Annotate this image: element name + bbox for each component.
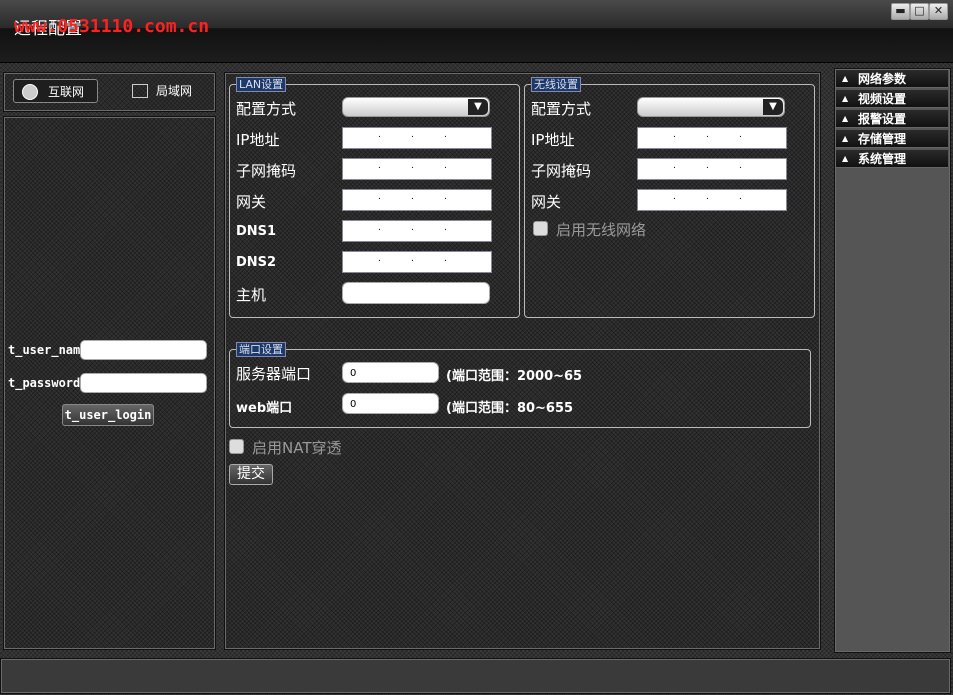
password-label: t_password xyxy=(8,376,80,390)
title-bar: 远程配置 www.0531110.com.cn ▬ □ ✕ xyxy=(0,0,953,63)
lan-dns2-input[interactable]: ... xyxy=(342,251,492,273)
lan-gateway-label: 网关 xyxy=(236,193,267,211)
minimize-button[interactable]: ▬ xyxy=(891,3,910,20)
tab-internet-label: 互联网 xyxy=(48,85,85,99)
lan-settings-group: LAN设置 配置方式 ▼ IP地址 ... 子网掩码 ... 网关 ... DN… xyxy=(229,77,520,318)
lan-ip-input[interactable]: ... xyxy=(342,127,492,149)
web-port-label: web端口 xyxy=(236,401,293,416)
triangle-up-icon: ▲ xyxy=(842,154,849,163)
wireless-mode-label: 配置方式 xyxy=(531,100,592,118)
web-port-range: (端口范围：80~655 xyxy=(446,401,574,416)
lan-mode-label: 配置方式 xyxy=(236,100,297,118)
lan-gateway-input[interactable]: ... xyxy=(342,189,492,211)
lan-legend: LAN设置 xyxy=(236,77,287,92)
main-config-panel: LAN设置 配置方式 ▼ IP地址 ... 子网掩码 ... 网关 ... DN… xyxy=(224,72,821,650)
wireless-settings-group: 无线设置 配置方式 ▼ IP地址 ... 子网掩码 ... 网关 ... 启用无… xyxy=(524,77,815,318)
nat-checkbox[interactable] xyxy=(229,439,244,454)
lan-mode-select[interactable]: ▼ xyxy=(342,97,490,117)
password-input[interactable] xyxy=(80,373,207,393)
submit-button[interactable]: 提交 xyxy=(229,464,273,485)
wireless-ip-label: IP地址 xyxy=(531,131,575,149)
server-port-range: (端口范围：2000~65 xyxy=(446,369,583,384)
settings-menu: ▲ 网络参数 ▲ 视频设置 ▲ 报警设置 ▲ 存储管理 ▲ 系统管理 xyxy=(834,68,951,653)
wireless-gateway-label: 网关 xyxy=(531,193,562,211)
triangle-up-icon: ▲ xyxy=(842,74,849,83)
globe-icon xyxy=(22,83,38,100)
wireless-mask-input[interactable]: ... xyxy=(637,158,787,180)
network-icon xyxy=(132,83,148,98)
tab-lan[interactable]: 局域网 xyxy=(124,79,209,103)
wireless-enable-checkbox[interactable] xyxy=(533,221,548,236)
web-port-input[interactable]: 0 xyxy=(342,393,439,414)
menu-item-network[interactable]: ▲ 网络参数 xyxy=(836,70,948,88)
wireless-enable-label: 启用无线网络 xyxy=(556,221,647,239)
triangle-up-icon: ▲ xyxy=(842,94,849,103)
wireless-legend: 无线设置 xyxy=(531,77,581,92)
lan-ip-label: IP地址 xyxy=(236,131,280,149)
username-input[interactable] xyxy=(80,340,207,360)
server-port-label: 服务器端口 xyxy=(236,365,312,383)
tab-lan-label: 局域网 xyxy=(156,84,193,98)
tab-internet[interactable]: 互联网 xyxy=(13,79,98,103)
login-button[interactable]: t_user_login xyxy=(62,404,154,426)
maximize-button[interactable]: □ xyxy=(910,3,929,20)
lan-dns1-label: DNS1 xyxy=(236,224,277,239)
triangle-up-icon: ▲ xyxy=(842,114,849,123)
status-bar xyxy=(0,658,951,694)
menu-item-storage[interactable]: ▲ 存储管理 xyxy=(836,130,948,148)
lan-host-input[interactable] xyxy=(342,282,490,304)
close-button[interactable]: ✕ xyxy=(929,3,948,20)
username-label: t_user_name xyxy=(8,343,80,357)
menu-item-video[interactable]: ▲ 视频设置 xyxy=(836,90,948,108)
chevron-down-icon: ▼ xyxy=(468,99,488,115)
lan-host-label: 主机 xyxy=(236,286,267,304)
menu-item-system[interactable]: ▲ 系统管理 xyxy=(836,150,948,168)
triangle-up-icon: ▲ xyxy=(842,134,849,143)
wireless-mode-select[interactable]: ▼ xyxy=(637,97,785,117)
port-settings-group: 端口设置 服务器端口 0 (端口范围：2000~65 web端口 0 (端口范围… xyxy=(229,342,811,428)
menu-item-alarm[interactable]: ▲ 报警设置 xyxy=(836,110,948,128)
watermark: www.0531110.com.cn xyxy=(14,16,210,37)
network-tab-bar: 互联网 局域网 xyxy=(3,72,216,112)
lan-dns2-label: DNS2 xyxy=(236,255,277,270)
lan-dns1-input[interactable]: ... xyxy=(342,220,492,242)
lan-mask-input[interactable]: ... xyxy=(342,158,492,180)
lan-mask-label: 子网掩码 xyxy=(236,162,297,180)
wireless-mask-label: 子网掩码 xyxy=(531,162,592,180)
wireless-ip-input[interactable]: ... xyxy=(637,127,787,149)
port-legend: 端口设置 xyxy=(236,342,286,357)
wireless-gateway-input[interactable]: ... xyxy=(637,189,787,211)
chevron-down-icon: ▼ xyxy=(763,99,783,115)
server-port-input[interactable]: 0 xyxy=(342,362,439,383)
nat-label: 启用NAT穿透 xyxy=(252,439,342,457)
